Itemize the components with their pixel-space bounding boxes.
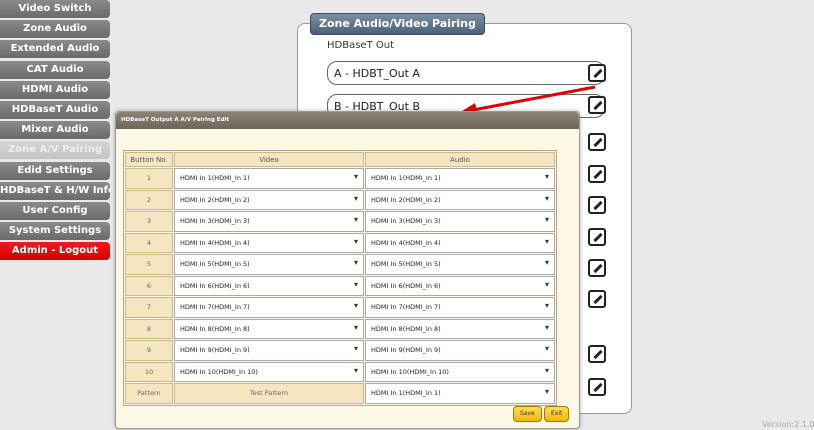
video-select[interactable]: HDMI In 6(HDMI_In 6): [174, 275, 364, 296]
table-row: 6HDMI In 6(HDMI_In 6)HDMI In 6(HDMI_In 6…: [125, 275, 555, 296]
audio-select[interactable]: HDMI In 8(HDMI_In 8): [365, 318, 555, 339]
button-number: 3: [125, 211, 173, 232]
video-select[interactable]: HDMI In 10(HDMI_In 10): [174, 361, 364, 382]
video-select[interactable]: HDMI In 4(HDMI_In 4): [174, 232, 364, 253]
video-select[interactable]: HDMI In 5(HDMI_In 5): [174, 254, 364, 275]
audio-select[interactable]: HDMI In 5(HDMI_In 5): [365, 254, 555, 275]
table-row: 2HDMI In 2(HDMI_In 2)HDMI In 2(HDMI_In 2…: [125, 189, 555, 210]
sidebar-item[interactable]: Admin - Logout: [0, 242, 110, 261]
col-video: Video: [174, 152, 364, 167]
sidebar-item[interactable]: HDBaseT & H/W Info: [0, 181, 110, 200]
pattern-audio-select[interactable]: HDMI In 1(HDMI_In 1): [365, 383, 555, 404]
video-select[interactable]: HDMI In 7(HDMI_In 7): [174, 297, 364, 318]
audio-select[interactable]: HDMI In 7(HDMI_In 7): [365, 297, 555, 318]
table-row: 9HDMI In 9(HDMI_In 9)HDMI In 9(HDMI_In 9…: [125, 340, 555, 361]
sidebar-item[interactable]: Video Switch: [0, 0, 110, 18]
sidebar-item[interactable]: Zone Audio: [0, 20, 110, 39]
sidebar: Video Switch Zone Audio Extended Audio CAT …: [0, 0, 110, 262]
sidebar-item[interactable]: Mixer Audio: [0, 121, 110, 140]
edit-icon[interactable]: [588, 133, 606, 151]
audio-select[interactable]: HDMI In 9(HDMI_In 9): [365, 340, 555, 361]
button-number: 7: [125, 297, 173, 318]
col-button-no: Button No.: [125, 152, 173, 167]
table-row: 1HDMI In 1(HDMI_In 1)HDMI In 1(HDMI_In 1…: [125, 168, 555, 189]
audio-select[interactable]: HDMI In 1(HDMI_In 1): [365, 168, 555, 189]
version-label: Version:2.1.0: [762, 420, 814, 429]
button-number: 10: [125, 361, 173, 382]
sidebar-item[interactable]: Edid Settings: [0, 161, 110, 180]
pattern-label: Pattern: [125, 383, 173, 404]
table-row: 3HDMI In 3(HDMI_In 3)HDMI In 3(HDMI_In 3…: [125, 211, 555, 232]
button-number: 4: [125, 232, 173, 253]
video-select[interactable]: HDMI In 3(HDMI_In 3): [174, 211, 364, 232]
video-select[interactable]: HDMI In 9(HDMI_In 9): [174, 340, 364, 361]
pattern-row: Pattern Test Pattern HDMI In 1(HDMI_In 1): [125, 383, 555, 404]
video-select[interactable]: HDMI In 1(HDMI_In 1): [174, 168, 364, 189]
sidebar-item[interactable]: Extended Audio: [0, 40, 110, 59]
video-select[interactable]: HDMI In 2(HDMI_In 2): [174, 189, 364, 210]
table-row: 5HDMI In 5(HDMI_In 5)HDMI In 5(HDMI_In 5…: [125, 254, 555, 275]
sidebar-item[interactable]: System Settings: [0, 222, 110, 241]
button-number: 9: [125, 340, 173, 361]
edit-icon[interactable]: [588, 290, 606, 308]
edit-icon[interactable]: [588, 228, 606, 246]
sidebar-item[interactable]: HDBaseT Audio: [0, 100, 110, 119]
exit-button[interactable]: Exit: [544, 406, 570, 422]
table-row: 4HDMI In 4(HDMI_In 4)HDMI In 4(HDMI_In 4…: [125, 232, 555, 253]
button-number: 5: [125, 254, 173, 275]
pairing-edit-dialog: HDBaseT Output A A/V Pairing Edit Button…: [115, 111, 580, 429]
pairing-table: Button No. Video Audio 1 HDMI In 1(HDMI_I…: [123, 150, 557, 406]
save-button[interactable]: Save: [513, 406, 542, 422]
sidebar-item[interactable]: Zone A/V Pairing: [0, 141, 110, 160]
zone-title: Zone Audio/Video Pairing: [310, 13, 485, 35]
col-audio: Audio: [365, 152, 555, 167]
audio-select[interactable]: HDMI In 10(HDMI_In 10): [365, 361, 555, 382]
pattern-video: Test Pattern: [174, 383, 364, 404]
edit-icon[interactable]: [588, 196, 606, 214]
table-row: 10HDMI In 10(HDMI_In 10)HDMI In 10(HDMI_…: [125, 361, 555, 382]
sidebar-item[interactable]: CAT Audio: [0, 60, 110, 79]
table-row: 8HDMI In 8(HDMI_In 8)HDMI In 8(HDMI_In 8…: [125, 318, 555, 339]
edit-icon[interactable]: [588, 165, 606, 183]
button-number: 1: [125, 168, 173, 189]
audio-select[interactable]: HDMI In 4(HDMI_In 4): [365, 232, 555, 253]
video-select[interactable]: HDMI In 8(HDMI_In 8): [174, 318, 364, 339]
dialog-title: HDBaseT Output A A/V Pairing Edit: [116, 112, 579, 129]
zone-subtitle: HDBaseT Out: [327, 40, 394, 51]
button-number: 2: [125, 189, 173, 210]
edit-icon[interactable]: [588, 345, 606, 363]
edit-icon[interactable]: [588, 259, 606, 277]
edit-icon[interactable]: [588, 378, 606, 396]
table-row: 7HDMI In 7(HDMI_In 7)HDMI In 7(HDMI_In 7…: [125, 297, 555, 318]
sidebar-item[interactable]: HDMI Audio: [0, 80, 110, 99]
audio-select[interactable]: HDMI In 3(HDMI_In 3): [365, 211, 555, 232]
sidebar-item[interactable]: User Config: [0, 201, 110, 220]
button-number: 8: [125, 318, 173, 339]
audio-select[interactable]: HDMI In 6(HDMI_In 6): [365, 275, 555, 296]
button-number: 6: [125, 275, 173, 296]
audio-select[interactable]: HDMI In 2(HDMI_In 2): [365, 189, 555, 210]
